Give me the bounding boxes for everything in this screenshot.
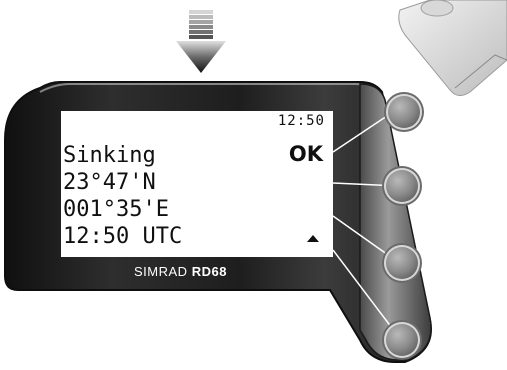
status-line: Sinking <box>63 143 156 168</box>
softkey-2[interactable] <box>384 168 420 204</box>
softkey-4[interactable] <box>384 322 420 358</box>
brand-prefix: SIMRAD <box>134 264 188 279</box>
triangle-up-icon <box>307 235 319 242</box>
latitude-line: 23°47'N <box>63 170 156 195</box>
lcd-screen: 12:50 Sinking 23°47'N 001°35'E 12:50 UTC… <box>61 111 333 257</box>
softkey-3[interactable] <box>384 245 420 281</box>
brand-model: RD68 <box>191 264 227 279</box>
utc-time-line: 12:50 UTC <box>63 224 183 249</box>
longitude-line: 001°35'E <box>63 197 169 222</box>
ok-softkey-label: OK <box>288 142 323 166</box>
inserted-card-icon <box>398 0 507 96</box>
down-arrow-icon <box>176 10 226 73</box>
brand-label: SIMRAD RD68 <box>134 264 227 279</box>
softkey-1[interactable] <box>386 94 422 130</box>
clock-display: 12:50 <box>277 113 325 129</box>
